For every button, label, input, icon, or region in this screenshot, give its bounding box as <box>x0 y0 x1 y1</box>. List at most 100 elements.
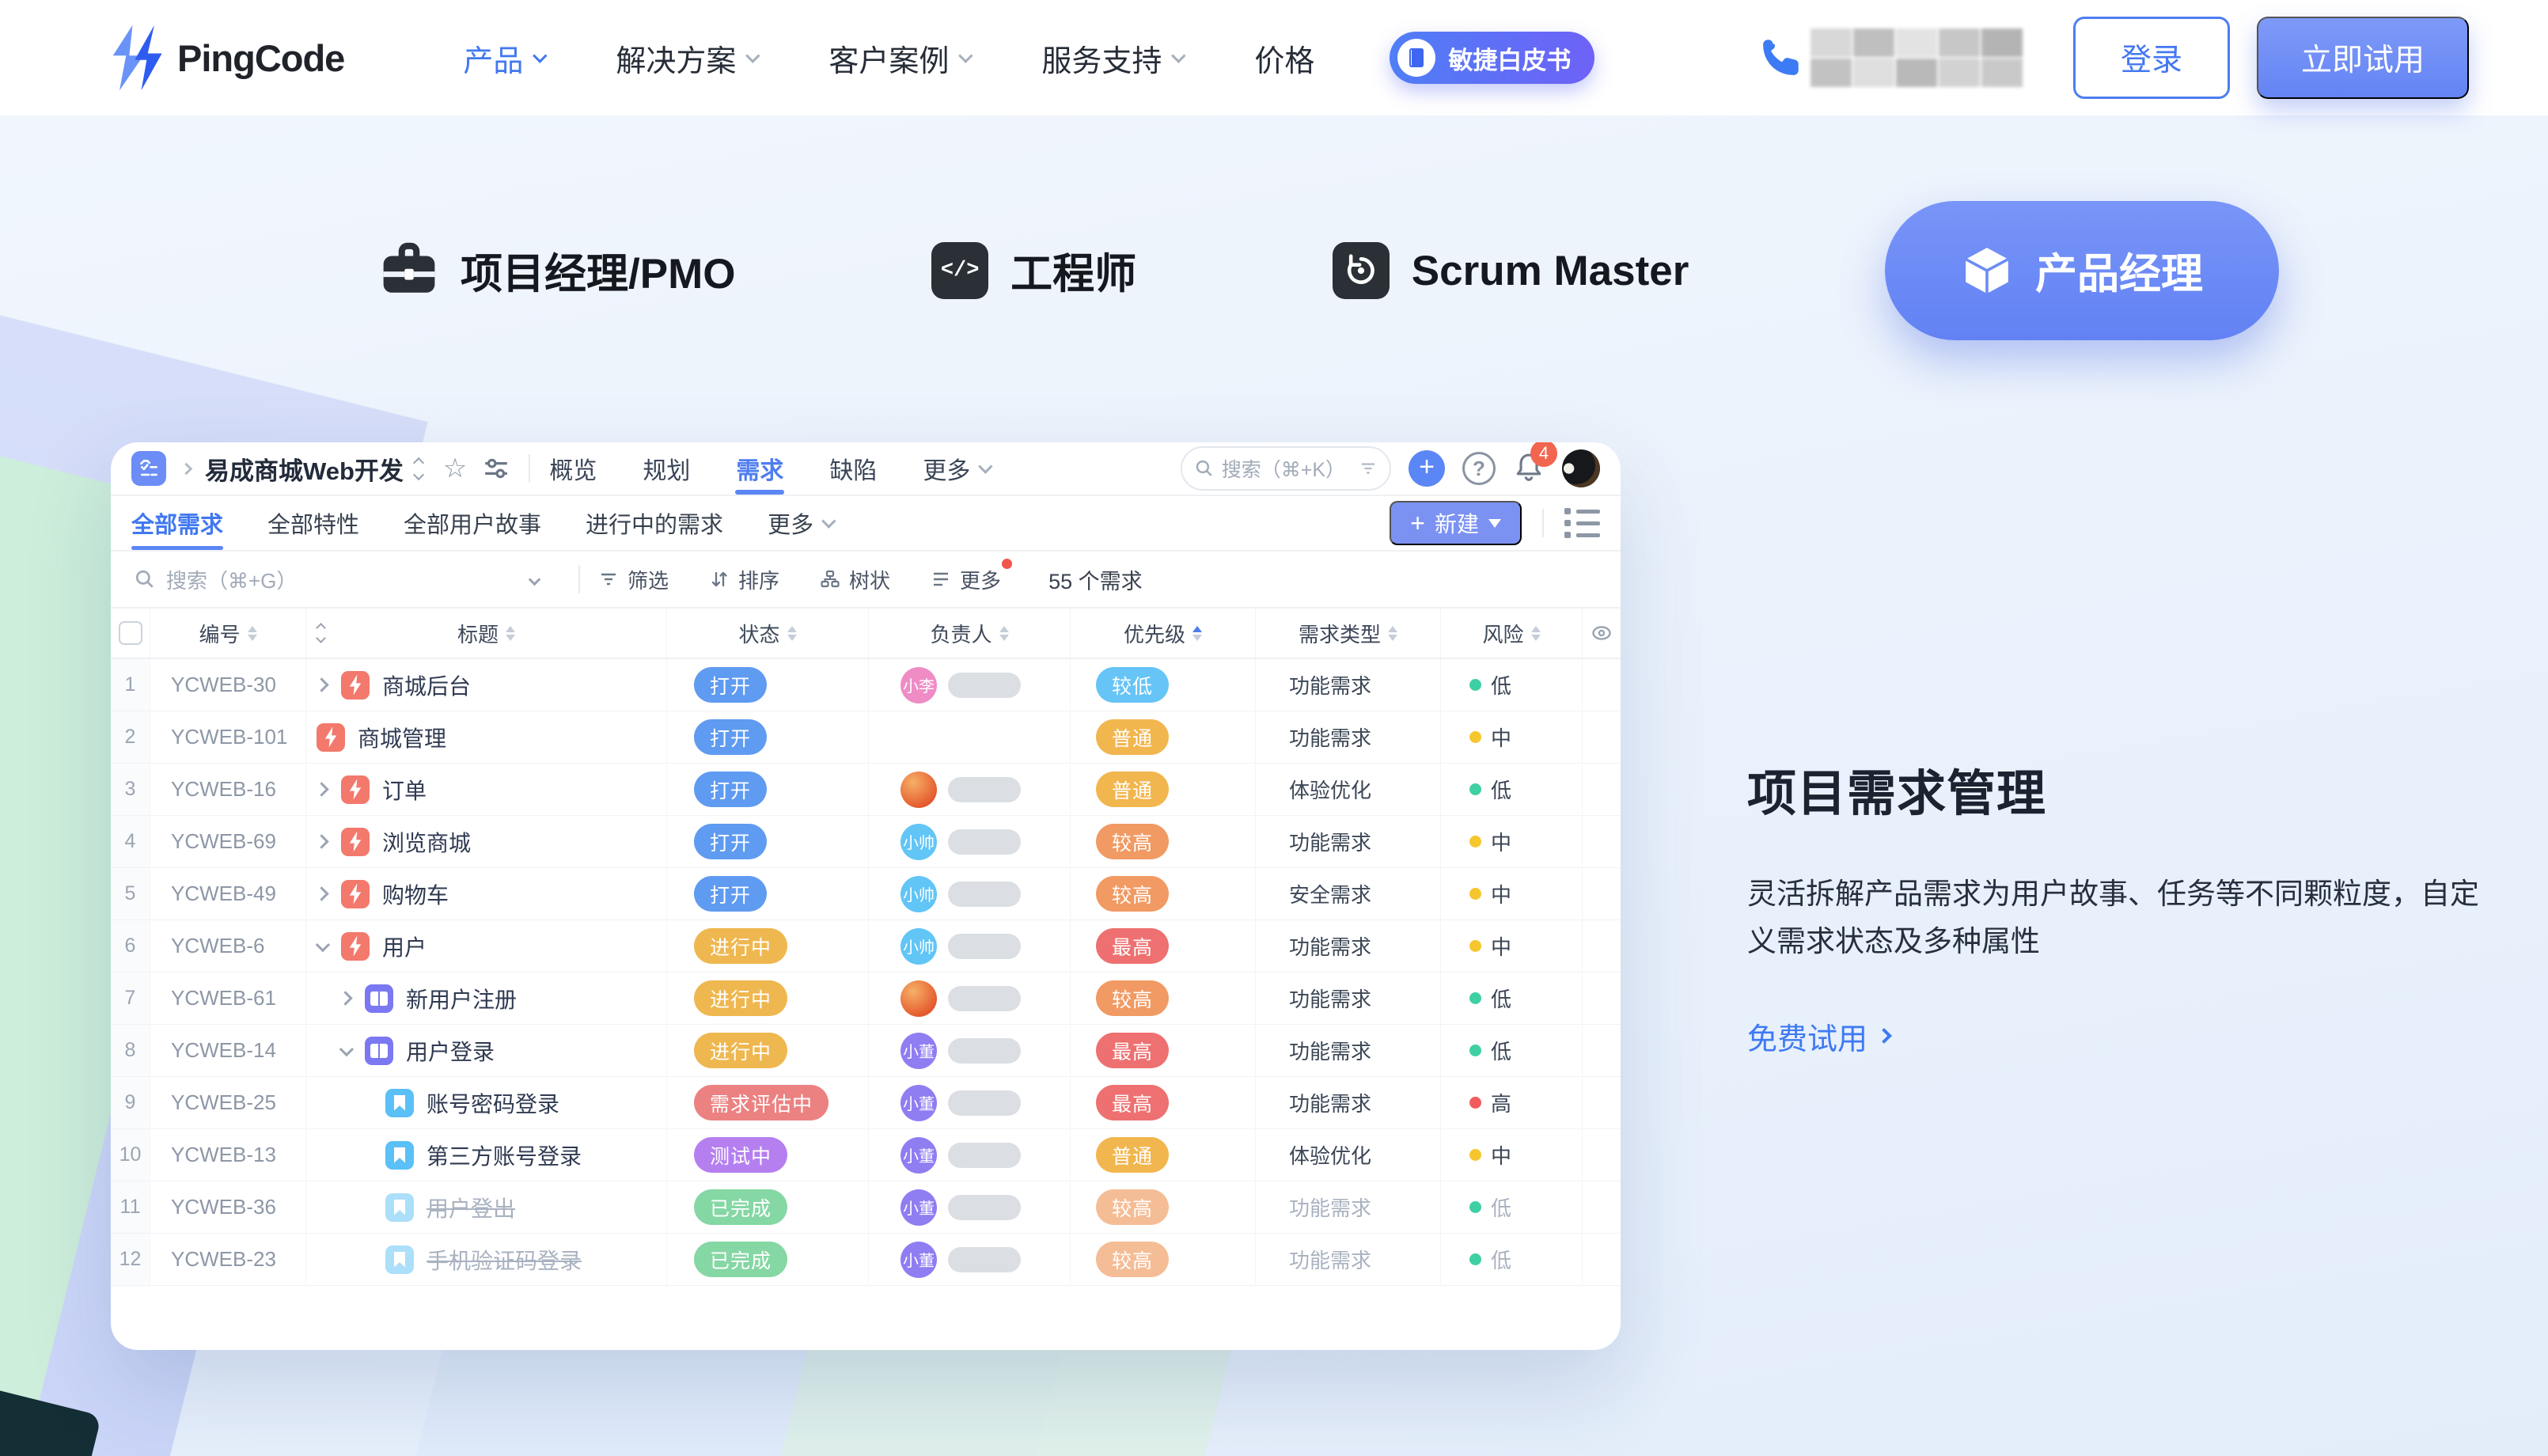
try-now-button[interactable]: 立即试用 <box>2257 17 2469 99</box>
assignee-cell[interactable]: 小董 <box>869 1025 1071 1076</box>
expand-all-icon[interactable] <box>317 624 324 642</box>
risk-cell[interactable]: 低 <box>1441 1181 1583 1233</box>
status-cell[interactable]: 进行中 <box>667 920 869 972</box>
star-favorite-icon[interactable]: ☆ <box>443 453 467 484</box>
sliders-icon[interactable] <box>483 455 510 482</box>
tab-defects[interactable]: 缺陷 <box>829 442 877 495</box>
status-cell[interactable]: 进行中 <box>667 1025 869 1076</box>
tab-planning[interactable]: 规划 <box>643 442 690 495</box>
notifications-bell[interactable]: 4 <box>1513 451 1545 487</box>
type-cell[interactable]: 功能需求 <box>1256 1077 1441 1128</box>
table-row[interactable]: 2YCWEB-101商城管理打开普通功能需求中 <box>111 711 1621 764</box>
global-search-input[interactable]: 搜索（⌘+K） <box>1181 446 1391 491</box>
priority-cell[interactable]: 较高 <box>1071 816 1256 867</box>
persona-scrum-master[interactable]: Scrum Master <box>1333 242 1689 299</box>
row-title[interactable]: 订单 <box>382 774 427 806</box>
header-title[interactable]: 标题 <box>306 609 667 658</box>
risk-cell[interactable]: 中 <box>1441 1129 1583 1181</box>
type-cell[interactable]: 安全需求 <box>1256 868 1441 919</box>
assignee-cell[interactable]: 小帅 <box>869 920 1071 972</box>
table-row[interactable]: 4YCWEB-69浏览商城打开小帅较高功能需求中 <box>111 816 1621 868</box>
status-cell[interactable]: 打开 <box>667 659 869 711</box>
view-tab-all-requirements[interactable]: 全部需求 <box>131 496 223 550</box>
tab-requirements[interactable]: 需求 <box>736 442 783 495</box>
select-all-checkbox[interactable] <box>119 621 142 645</box>
risk-cell[interactable]: 中 <box>1441 920 1583 972</box>
row-title[interactable]: 手机验证码登录 <box>427 1244 582 1276</box>
status-cell[interactable]: 测试中 <box>667 1129 869 1181</box>
nav-item-support[interactable]: 服务支持 <box>1041 36 1181 80</box>
type-cell[interactable]: 功能需求 <box>1256 659 1441 711</box>
table-row[interactable]: 3YCWEB-16订单打开普通体验优化低 <box>111 764 1621 816</box>
table-row[interactable]: 8YCWEB-14用户登录进行中小董最高功能需求低 <box>111 1025 1621 1077</box>
table-search-input[interactable]: 搜索（⌘+G） <box>135 565 530 594</box>
risk-cell[interactable]: 低 <box>1441 764 1583 815</box>
expand-chevron-icon[interactable] <box>314 782 328 796</box>
assignee-cell[interactable]: 小李 <box>869 659 1071 711</box>
free-trial-link[interactable]: 免费试用 <box>1747 1014 1890 1058</box>
priority-cell[interactable]: 最高 <box>1071 1077 1256 1128</box>
table-row[interactable]: 10YCWEB-13第三方账号登录测试中小董普通体验优化中 <box>111 1129 1621 1181</box>
risk-cell[interactable]: 中 <box>1441 816 1583 867</box>
project-folder-icon[interactable] <box>131 451 166 486</box>
persona-engineer[interactable]: </> 工程师 <box>931 241 1136 301</box>
view-tab-all-features[interactable]: 全部特性 <box>267 496 359 550</box>
expand-chevron-icon[interactable] <box>314 677 328 692</box>
table-row[interactable]: 7YCWEB-61新用户注册进行中较高功能需求低 <box>111 973 1621 1025</box>
type-cell[interactable]: 功能需求 <box>1256 1025 1441 1076</box>
risk-cell[interactable]: 中 <box>1441 868 1583 919</box>
table-row[interactable]: 5YCWEB-49购物车打开小帅较高安全需求中 <box>111 868 1621 920</box>
priority-cell[interactable]: 普通 <box>1071 764 1256 815</box>
chevron-down-icon[interactable] <box>529 573 541 586</box>
status-cell[interactable]: 打开 <box>667 868 869 919</box>
view-tab-all-user-stories[interactable]: 全部用户故事 <box>404 496 541 550</box>
type-cell[interactable]: 功能需求 <box>1256 1181 1441 1233</box>
sort-button[interactable]: 排序 <box>710 565 779 594</box>
risk-cell[interactable]: 低 <box>1441 1234 1583 1285</box>
row-title[interactable]: 用户 <box>382 931 427 962</box>
type-cell[interactable]: 体验优化 <box>1256 1129 1441 1181</box>
row-title[interactable]: 商城后台 <box>382 669 471 701</box>
expand-chevron-icon[interactable] <box>339 1042 354 1056</box>
expand-chevron-icon[interactable] <box>314 834 328 848</box>
priority-cell[interactable]: 较高 <box>1071 1234 1256 1285</box>
assignee-cell[interactable]: 小帅 <box>869 868 1071 919</box>
tab-overview[interactable]: 概览 <box>549 442 597 495</box>
assignee-cell[interactable]: 小董 <box>869 1129 1071 1181</box>
row-title[interactable]: 用户登出 <box>427 1192 515 1223</box>
expand-chevron-icon[interactable] <box>314 886 328 901</box>
status-cell[interactable]: 进行中 <box>667 973 869 1024</box>
user-avatar[interactable] <box>1562 449 1600 487</box>
row-title[interactable]: 账号密码登录 <box>427 1087 559 1119</box>
assignee-cell[interactable] <box>869 764 1071 815</box>
type-cell[interactable]: 体验优化 <box>1256 764 1441 815</box>
priority-cell[interactable]: 较高 <box>1071 1181 1256 1233</box>
header-column-settings[interactable] <box>1583 609 1621 658</box>
priority-cell[interactable]: 较高 <box>1071 868 1256 919</box>
assignee-cell[interactable]: 小董 <box>869 1234 1071 1285</box>
priority-cell[interactable]: 较高 <box>1071 973 1256 1024</box>
row-title[interactable]: 商城管理 <box>358 722 446 753</box>
priority-cell[interactable]: 最高 <box>1071 920 1256 972</box>
type-cell[interactable]: 功能需求 <box>1256 816 1441 867</box>
type-cell[interactable]: 功能需求 <box>1256 973 1441 1024</box>
header-assignee[interactable]: 负责人 <box>869 609 1071 658</box>
risk-cell[interactable]: 中 <box>1441 711 1583 763</box>
status-cell[interactable]: 已完成 <box>667 1181 869 1233</box>
assignee-cell[interactable]: 小董 <box>869 1077 1071 1128</box>
project-title[interactable]: 易成商城Web开发 <box>205 451 404 487</box>
tree-view-button[interactable]: 树状 <box>821 565 890 594</box>
pingcode-logo[interactable]: PingCode <box>111 23 344 93</box>
nav-item-customers[interactable]: 客户案例 <box>828 36 969 80</box>
row-title[interactable]: 第三方账号登录 <box>427 1139 582 1171</box>
priority-cell[interactable]: 普通 <box>1071 711 1256 763</box>
project-switcher-icon[interactable] <box>415 459 423 479</box>
table-row[interactable]: 12YCWEB-23手机验证码登录已完成小董较高功能需求低 <box>111 1234 1621 1286</box>
nav-item-pricing[interactable]: 价格 <box>1254 36 1314 80</box>
login-button[interactable]: 登录 <box>2073 17 2230 99</box>
risk-cell[interactable]: 低 <box>1441 1025 1583 1076</box>
row-title[interactable]: 用户登录 <box>406 1035 495 1067</box>
assignee-cell[interactable]: 小帅 <box>869 816 1071 867</box>
whitepaper-badge[interactable]: 敏捷白皮书 <box>1390 32 1594 84</box>
priority-cell[interactable]: 较低 <box>1071 659 1256 711</box>
